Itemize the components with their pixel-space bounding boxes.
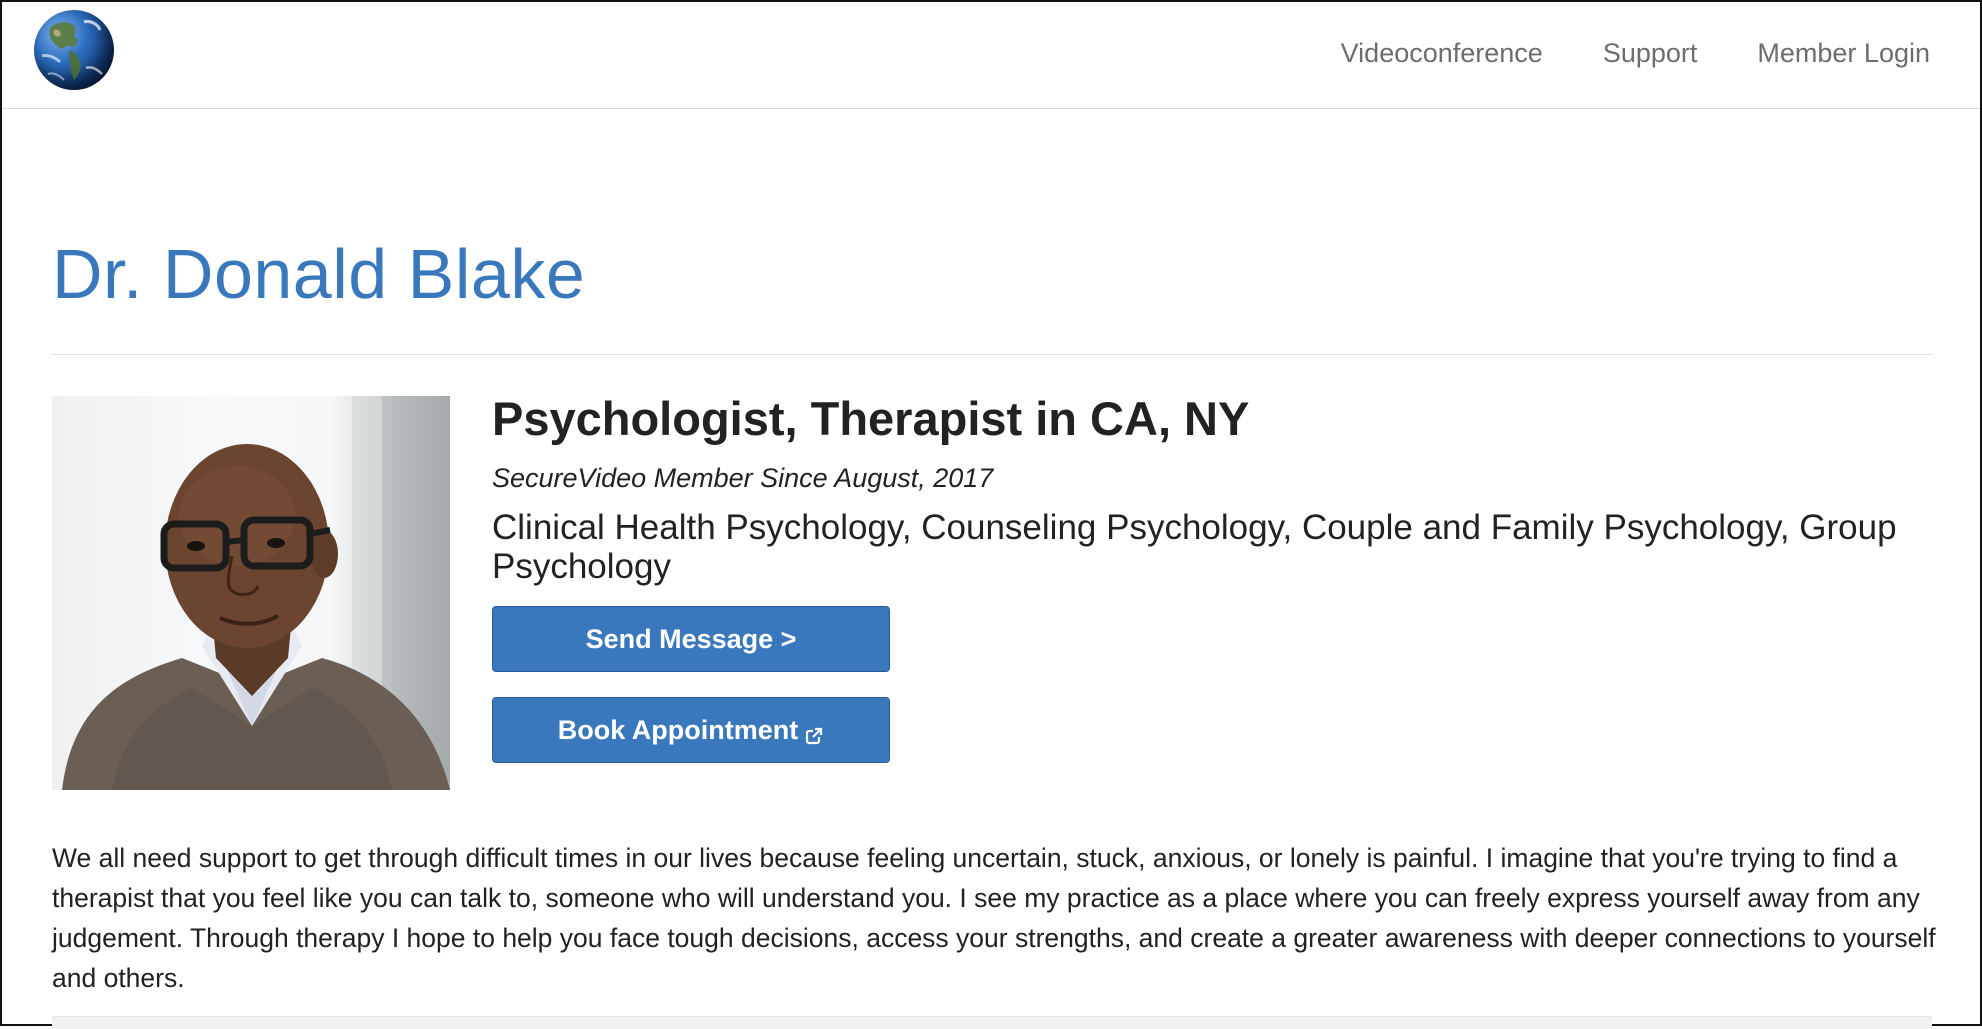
profession-heading: Psychologist, Therapist in CA, NY [492,392,1250,445]
content-divider [52,1016,1932,1029]
external-link-icon [804,722,824,745]
nav-support[interactable]: Support [1603,38,1698,69]
bio-text: We all need support to get through diffi… [52,843,1936,993]
portrait-illustration [62,396,450,790]
book-appointment-button[interactable]: Book Appointment [492,697,890,763]
member-since: SecureVideo Member Since August, 2017 [492,463,994,493]
globe-continents [41,20,103,81]
nav-videoconference[interactable]: Videoconference [1341,38,1543,69]
title-divider [52,354,1932,355]
profile-details: Psychologist, Therapist in CA, NY Secure… [492,388,1942,763]
nav-member-login[interactable]: Member Login [1757,38,1930,69]
book-appointment-label: Book Appointment [557,714,799,745]
profile-photo [52,396,450,790]
send-message-label: Send Message > [585,623,797,654]
specialties: Clinical Health Psychology, Counseling P… [492,508,1897,586]
top-navigation-bar: Videoconference Support Member Login [2,2,1980,109]
send-message-button[interactable]: Send Message > [492,606,890,672]
main-nav: Videoconference Support Member Login [1341,38,1930,69]
page-title: Dr. Donald Blake [52,235,586,313]
earth-globe-icon[interactable] [34,10,114,90]
